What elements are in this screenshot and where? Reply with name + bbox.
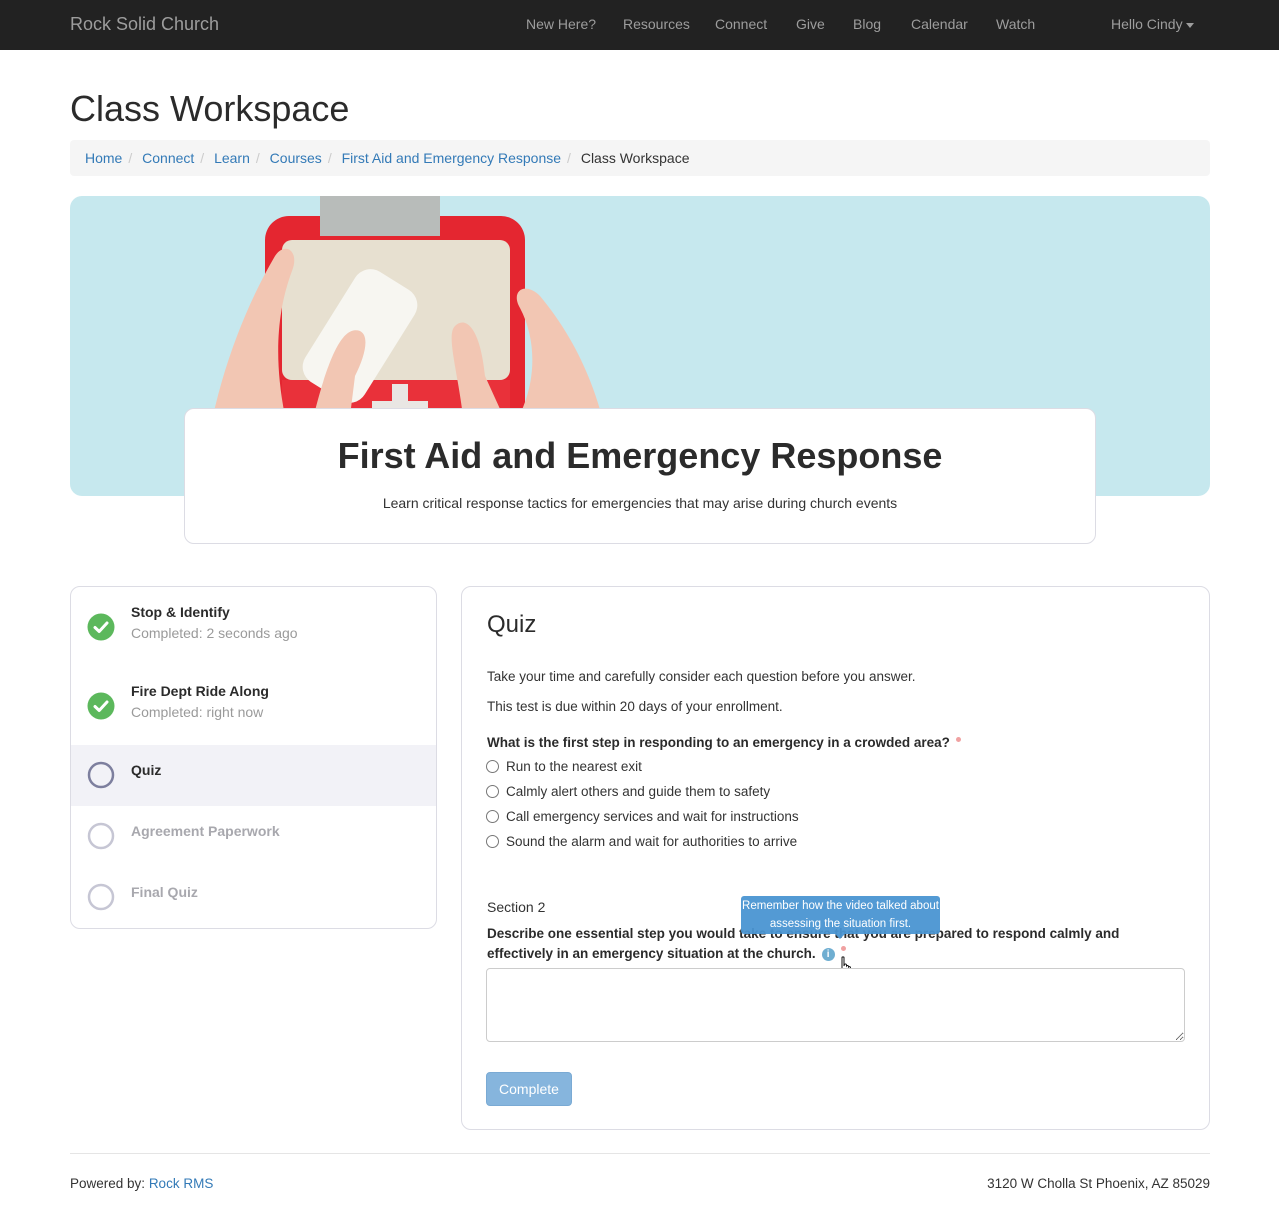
- answer-option-label: Run to the nearest exit: [506, 759, 642, 774]
- nav-resources[interactable]: Resources: [623, 16, 690, 32]
- activity-title: Fire Dept Ride Along: [131, 683, 269, 699]
- radio-button[interactable]: [486, 784, 499, 798]
- section-2-label: Section 2: [487, 899, 546, 915]
- question-1-text: What is the first step in responding to …: [487, 735, 950, 750]
- breadcrumb-home[interactable]: Home: [85, 150, 122, 166]
- footer-divider: [70, 1153, 1210, 1154]
- nav-blog[interactable]: Blog: [853, 16, 881, 32]
- quiz-title: Quiz: [487, 611, 537, 638]
- answer-option-label: Calmly alert others and guide them to sa…: [506, 784, 771, 799]
- quiz-panel: Quiz Take your time and carefully consid…: [461, 586, 1210, 1130]
- nav-new-here[interactable]: New Here?: [526, 16, 596, 32]
- breadcrumb-course[interactable]: First Aid and Emergency Response: [342, 150, 561, 166]
- powered-by-label: Powered by:: [70, 1176, 146, 1191]
- answer-option-label: Call emergency services and wait for ins…: [506, 809, 799, 824]
- main-nav: New Here? Resources Connect Give Blog Ca…: [0, 16, 1279, 36]
- breadcrumb: Home / Connect / Learn / Courses / First Aid…: [70, 140, 1210, 176]
- circle-outline-icon: [87, 822, 115, 850]
- breadcrumb-separator: /: [200, 150, 205, 166]
- rock-rms-link[interactable]: Rock RMS: [149, 1176, 214, 1191]
- breadcrumb-separator: /: [128, 150, 133, 166]
- breadcrumb-separator: /: [255, 150, 260, 166]
- caret-down-icon: [1185, 22, 1194, 28]
- breadcrumb-learn[interactable]: Learn: [214, 150, 250, 166]
- quiz-due-note: This test is due within 20 days of your …: [487, 699, 783, 714]
- circle-outline-icon: [87, 883, 115, 911]
- breadcrumb-separator: /: [327, 150, 332, 166]
- breadcrumb-connect[interactable]: Connect: [142, 150, 194, 166]
- check-circle-icon: [87, 692, 115, 720]
- activity-item-quiz[interactable]: Quiz: [71, 745, 436, 806]
- answer-option-3[interactable]: Call emergency services and wait for ins…: [486, 809, 799, 829]
- activity-title: Quiz: [131, 762, 162, 778]
- nav-connect[interactable]: Connect: [715, 16, 767, 32]
- nav-watch[interactable]: Watch: [996, 16, 1035, 32]
- question-1-label: What is the first step in responding to …: [487, 735, 961, 750]
- nav-calendar[interactable]: Calendar: [911, 16, 968, 32]
- activity-title: Final Quiz: [131, 884, 198, 900]
- user-menu-dropdown[interactable]: Hello Cindy: [1111, 16, 1194, 32]
- footer-powered-by: Powered by: Rock RMS: [70, 1176, 213, 1191]
- activity-list: Stop & Identify Completed: 2 seconds ago…: [70, 586, 437, 929]
- course-title: First Aid and Emergency Response: [337, 435, 943, 476]
- course-header-card: First Aid and Emergency Response Learn c…: [184, 408, 1096, 544]
- footer-address: 3120 W Cholla St Phoenix, AZ 85029: [987, 1176, 1210, 1191]
- top-navbar: Rock Solid Church New Here? Resources Co…: [0, 0, 1279, 50]
- complete-button[interactable]: Complete: [486, 1072, 572, 1106]
- breadcrumb-courses[interactable]: Courses: [270, 150, 322, 166]
- required-indicator-icon: [840, 946, 846, 951]
- radio-button[interactable]: [486, 809, 499, 823]
- activity-status: Completed: right now: [131, 704, 264, 720]
- answer-option-2[interactable]: Calmly alert others and guide them to sa…: [486, 784, 770, 804]
- activity-title: Stop & Identify: [131, 604, 230, 620]
- user-greeting: Hello Cindy: [1111, 16, 1183, 32]
- activity-item-agreement-paperwork[interactable]: Agreement Paperwork: [71, 806, 436, 867]
- course-description: Learn critical response tactics for emer…: [382, 495, 898, 511]
- help-tooltip: Remember how the video talked about asse…: [741, 896, 940, 939]
- info-icon[interactable]: i: [821, 947, 835, 961]
- activity-item-stop-identify[interactable]: Stop & Identify Completed: 2 seconds ago: [71, 595, 436, 656]
- nav-give[interactable]: Give: [796, 16, 825, 32]
- answer-option-1[interactable]: Run to the nearest exit: [486, 759, 642, 779]
- breadcrumb-separator: /: [567, 150, 571, 166]
- quiz-instructions: Take your time and carefully consider ea…: [487, 669, 916, 684]
- radio-button[interactable]: [486, 834, 499, 848]
- page-title: Class Workspace: [70, 88, 350, 129]
- activity-status: Completed: 2 seconds ago: [131, 625, 298, 641]
- activity-item-final-quiz[interactable]: Final Quiz: [71, 867, 436, 928]
- circle-outline-icon: [87, 761, 115, 789]
- activity-item-fire-dept-ride-along[interactable]: Fire Dept Ride Along Completed: right no…: [71, 674, 436, 735]
- radio-button[interactable]: [486, 759, 499, 773]
- check-circle-icon: [87, 613, 115, 641]
- answer-textarea[interactable]: [486, 968, 1185, 1042]
- answer-option-4[interactable]: Sound the alarm and wait for authorities…: [486, 834, 797, 854]
- required-indicator-icon: [955, 737, 961, 742]
- breadcrumb-current: Class Workspace: [580, 150, 690, 166]
- activity-title: Agreement Paperwork: [131, 823, 280, 839]
- answer-option-label: Sound the alarm and wait for authorities…: [506, 834, 798, 849]
